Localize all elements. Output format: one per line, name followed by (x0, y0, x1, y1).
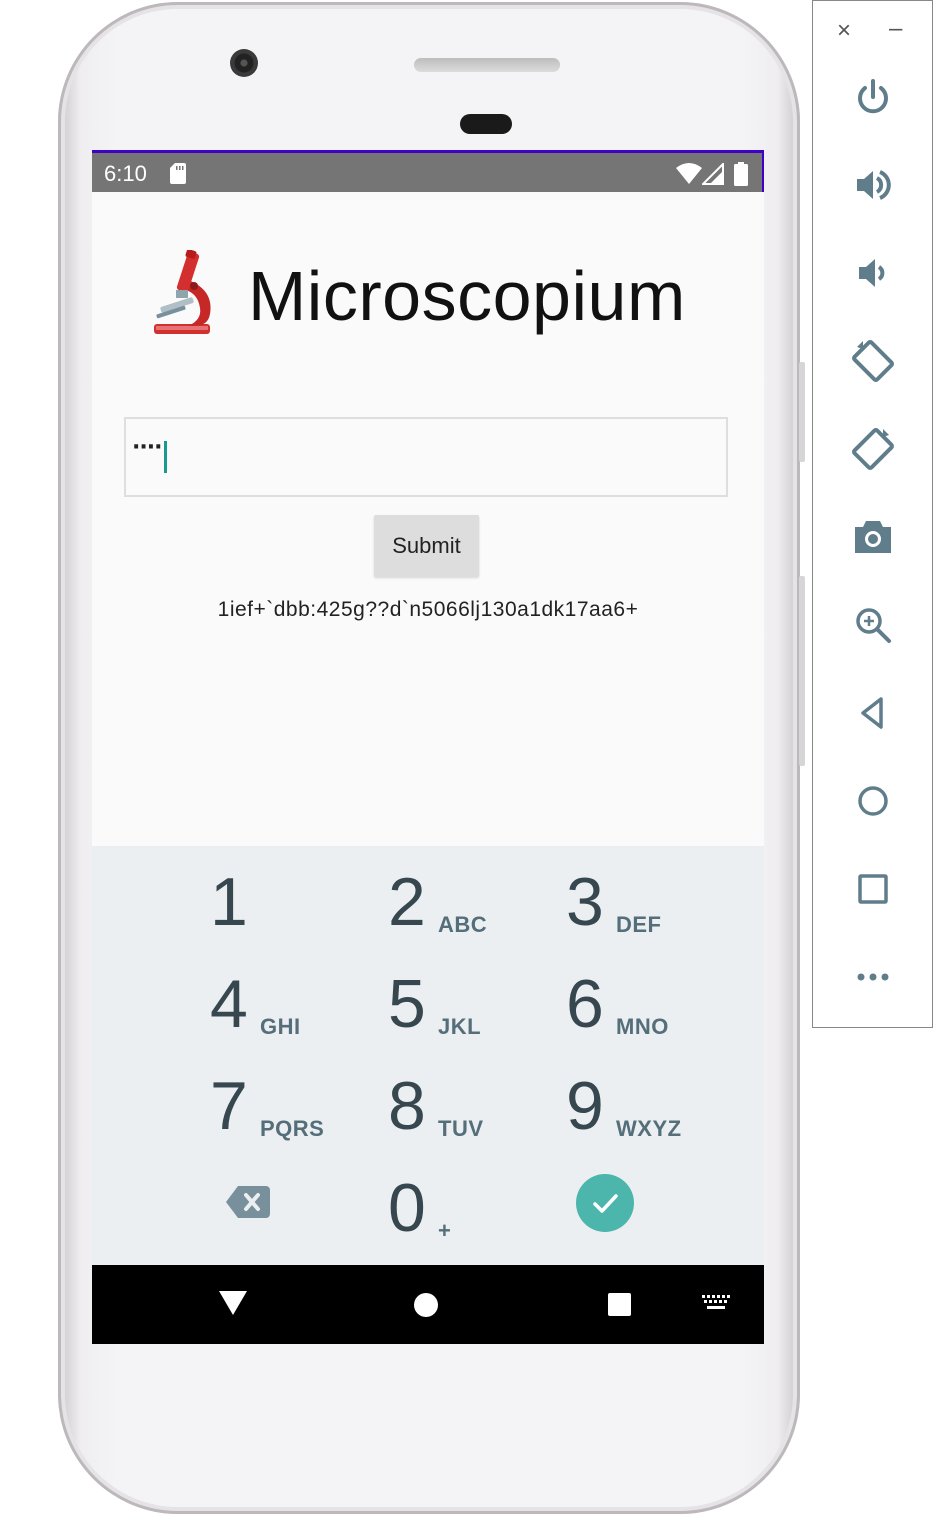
key-1[interactable]: 1 (210, 856, 390, 956)
screenshot-button[interactable] (813, 507, 932, 567)
volume-down-button[interactable] (813, 243, 932, 303)
power-button[interactable] (813, 67, 932, 127)
emulator-toolbar: × – (812, 0, 933, 1028)
key-digit: 5 (388, 966, 426, 1042)
camera-icon (854, 521, 891, 553)
rotate-left-button[interactable] (813, 331, 932, 391)
key-letters: MNO (616, 1014, 669, 1039)
key-5[interactable]: 5 JKL (388, 958, 568, 1058)
side-button-top (799, 362, 805, 462)
more-button[interactable] (813, 947, 932, 1007)
status-bar: 6:10 (92, 150, 764, 192)
home-icon (857, 786, 888, 816)
key-digit: 2 (388, 864, 426, 940)
sd-card-icon (170, 163, 186, 184)
key-digit: 7 (210, 1068, 248, 1144)
key-letters: WXYZ (616, 1116, 682, 1141)
home-circle-icon[interactable] (414, 1293, 438, 1317)
key-0[interactable]: 0 + (388, 1162, 568, 1262)
back-triangle-icon[interactable] (219, 1291, 247, 1315)
key-6[interactable]: 6 MNO (566, 958, 746, 1058)
battery-icon (734, 162, 748, 186)
key-4[interactable]: 4 GHI (210, 958, 390, 1058)
rotate-left-icon (851, 340, 894, 382)
key-8[interactable]: 8 TUV (388, 1060, 568, 1160)
key-letters: GHI (260, 1014, 301, 1039)
app-header: Microscopium (92, 248, 764, 338)
key-letters: PQRS (260, 1116, 325, 1141)
back-icon (860, 697, 883, 729)
password-input[interactable]: ···· (124, 417, 728, 497)
volume-up-icon (856, 170, 891, 200)
numeric-keypad: 1 2 ABC 3 DEF 4 GHI 5 JKL 6 MNO 7 PQRS 8 (92, 846, 764, 1265)
key-digit: 4 (210, 966, 248, 1042)
key-digit: 6 (566, 966, 604, 1042)
check-icon (593, 1194, 618, 1213)
key-digit: 1 (210, 864, 248, 940)
back-button[interactable] (813, 683, 932, 743)
wifi-icon (676, 163, 702, 184)
minimize-button[interactable]: – (889, 15, 902, 43)
cell-signal-icon (702, 163, 724, 185)
status-time: 6:10 (104, 161, 147, 186)
power-icon (857, 79, 888, 114)
microscope-icon (154, 250, 211, 334)
key-3[interactable]: 3 DEF (566, 856, 746, 956)
overview-icon (857, 874, 888, 904)
app-title: Microscopium (248, 257, 686, 335)
rotate-right-icon (851, 428, 894, 470)
earpiece-speaker (414, 58, 560, 72)
volume-up-button[interactable] (813, 155, 932, 215)
password-input-value: ···· (132, 435, 162, 460)
submit-button[interactable]: Submit (374, 515, 479, 577)
key-9[interactable]: 9 WXYZ (566, 1060, 746, 1160)
key-letters: TUV (438, 1116, 484, 1141)
key-letters: ABC (438, 912, 488, 937)
key-2[interactable]: 2 ABC (388, 856, 568, 956)
volume-down-icon (858, 259, 884, 287)
key-letters: + (438, 1218, 452, 1243)
home-button[interactable] (813, 771, 932, 831)
close-button[interactable]: × (837, 17, 851, 45)
key-7[interactable]: 7 PQRS (210, 1060, 390, 1160)
rotate-right-button[interactable] (813, 419, 932, 479)
side-button-volume (799, 576, 805, 766)
backspace-icon[interactable] (226, 1186, 270, 1218)
device-screen: 6:10 Microscopium ···· Submit 1ief+`dbb:… (92, 150, 764, 1344)
more-icon (857, 973, 888, 981)
key-letters: DEF (616, 912, 662, 937)
recents-square-icon[interactable] (608, 1293, 631, 1316)
key-digit: 8 (388, 1068, 426, 1144)
key-digit: 0 (388, 1170, 426, 1246)
key-letters: JKL (438, 1014, 482, 1039)
keyboard-icon[interactable] (702, 1295, 730, 1313)
front-camera (230, 49, 258, 77)
overview-button[interactable] (813, 859, 932, 919)
navigation-bar (92, 1265, 764, 1344)
key-digit: 9 (566, 1068, 604, 1144)
done-button[interactable] (576, 1174, 634, 1232)
key-digit: 3 (566, 864, 604, 940)
zoom-button[interactable] (813, 595, 932, 655)
output-text: 1ief+`dbb:425g??d`n5066lj130a1dk17aa6+ (217, 598, 639, 621)
zoom-icon (855, 608, 891, 643)
text-caret (164, 441, 167, 473)
proximity-sensor (460, 114, 512, 134)
